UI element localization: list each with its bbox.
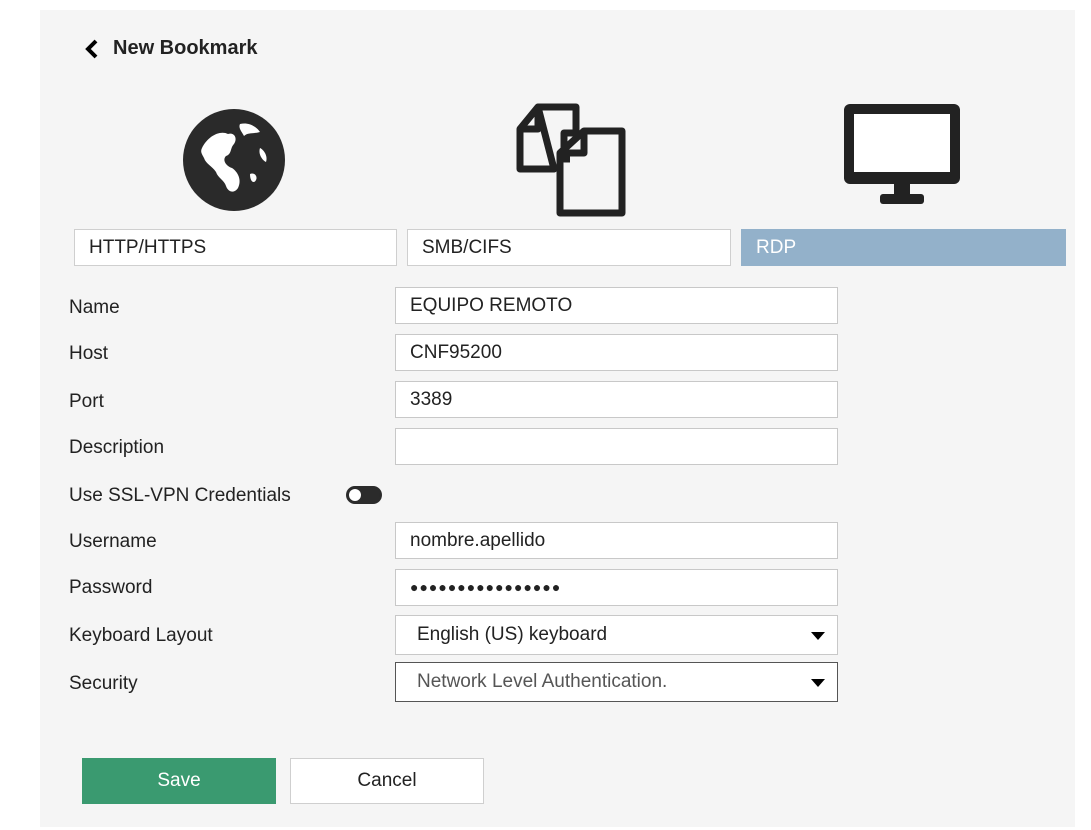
- back-header[interactable]: New Bookmark: [85, 37, 258, 60]
- keyboard-layout-label: Keyboard Layout: [69, 625, 213, 646]
- keyboard-layout-value: English (US) keyboard: [417, 624, 608, 645]
- security-value: Network Level Authentication.: [417, 671, 668, 692]
- security-label: Security: [69, 673, 138, 694]
- password-input[interactable]: ●●●●●●●●●●●●●●●●: [395, 569, 838, 606]
- username-label: Username: [69, 531, 157, 552]
- cancel-button[interactable]: Cancel: [290, 758, 484, 804]
- host-input[interactable]: CNF95200: [395, 334, 838, 371]
- ssl-vpn-credentials-toggle[interactable]: [346, 486, 382, 504]
- password-label: Password: [69, 577, 153, 598]
- port-input[interactable]: 3389: [395, 381, 838, 418]
- name-input[interactable]: EQUIPO REMOTO: [395, 287, 838, 324]
- port-label: Port: [69, 391, 104, 412]
- globe-icon[interactable]: [182, 108, 286, 217]
- tab-smb[interactable]: SMB/CIFS: [407, 229, 731, 266]
- toggle-knob: [349, 489, 361, 501]
- chevron-down-icon: [811, 632, 825, 640]
- description-label: Description: [69, 437, 165, 458]
- chevron-left-icon[interactable]: [85, 39, 99, 59]
- tab-rdp[interactable]: RDP: [741, 229, 1066, 266]
- files-icon[interactable]: [510, 99, 630, 226]
- username-input[interactable]: nombre.apellido: [395, 522, 838, 559]
- host-label: Host: [69, 343, 109, 364]
- save-button[interactable]: Save: [82, 758, 276, 804]
- name-label: Name: [69, 297, 120, 318]
- description-input[interactable]: [395, 428, 838, 465]
- page-title: New Bookmark: [113, 37, 258, 59]
- monitor-icon[interactable]: [840, 100, 964, 211]
- keyboard-layout-select[interactable]: English (US) keyboard: [395, 615, 838, 655]
- tab-http[interactable]: HTTP/HTTPS: [74, 229, 397, 266]
- security-select[interactable]: Network Level Authentication.: [395, 662, 838, 702]
- ssl-vpn-credentials-label: Use SSL-VPN Credentials: [69, 485, 291, 506]
- chevron-down-icon: [811, 679, 825, 687]
